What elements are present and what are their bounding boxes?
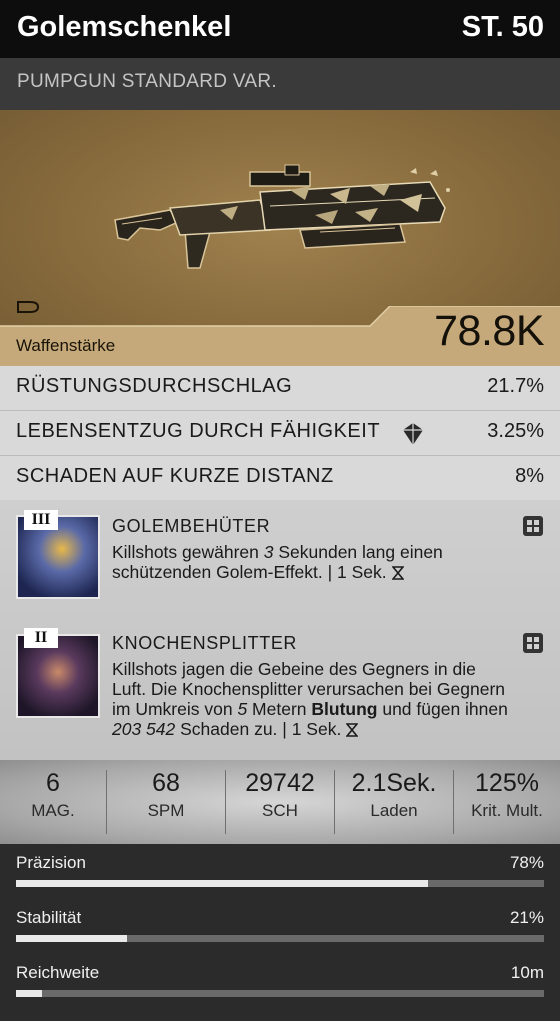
perk-name: RÜSTUNGSDURCHSCHLAG <box>16 375 293 397</box>
weapon-level: ST. 50 <box>461 11 544 43</box>
weapon-type: PUMPGUN STANDARD VAR. <box>17 71 278 92</box>
perk-name: SCHADEN AUF KURZE DISTANZ <box>16 465 334 487</box>
power-label: Waffenstärke <box>16 336 116 355</box>
mod-slot-icon <box>523 516 543 536</box>
stat-magazine: 6 MAG. <box>31 769 75 820</box>
hourglass-icon <box>390 566 405 580</box>
perk-row: LEBENSENTZUG DURCH FÄHIGKEIT 3.25% <box>0 411 560 457</box>
mod-name: GOLEMBEHÜTER <box>112 516 271 536</box>
perk-value: 21.7% <box>487 375 544 397</box>
bar-fill <box>16 880 428 887</box>
perk-value: 3.25% <box>487 420 544 442</box>
perk-row: RÜSTUNGSDURCHSCHLAG 21.7% <box>0 366 560 412</box>
gem-icon <box>403 423 423 445</box>
weapon-image <box>114 164 450 269</box>
hourglass-icon <box>345 723 359 737</box>
perk-value: 8% <box>515 465 544 487</box>
bar-track <box>16 990 544 997</box>
mod-description: Killshots gewähren 3 Sekunden lang einen… <box>112 542 443 582</box>
bar-stability: Stabilität 21% <box>0 899 560 954</box>
bar-precision: Präzision 78% <box>0 844 560 899</box>
bar-fill <box>16 935 127 942</box>
mod-description: Killshots jagen die Gebeine des Gegners … <box>112 659 508 739</box>
mods-section: III GOLEMBEHÜTER Killshots gewähren 3 Se… <box>0 500 560 760</box>
stat-damage: 29742 SCH <box>245 769 315 820</box>
mod-tier-badge: III <box>24 510 58 530</box>
bar-range: Reichweite 10m <box>0 954 560 1009</box>
bar-fill <box>16 990 43 997</box>
bar-track <box>16 880 544 887</box>
stats-row: 6 MAG. 68 SPM 29742 SCH 2.1Sek. Laden 125% Kr… <box>0 760 560 844</box>
weapon-card: Golemschenkel ST. 50 PUMPGUN STANDARD VA… <box>0 0 560 1021</box>
stat-crit-multiplier: 125% Krit. Mult. <box>471 769 543 820</box>
perk-name: LEBENSENTZUG DURCH FÄHIGKEIT <box>16 420 381 442</box>
attribute-bars: Präzision 78% Stabilität 21% Reichweite … <box>0 844 560 1021</box>
bar-track <box>16 935 544 942</box>
weapon-title: Golemschenkel <box>17 11 232 43</box>
perk-row: SCHADEN AUF KURZE DISTANZ 8% <box>0 456 560 502</box>
mod-tier-badge: II <box>24 628 58 648</box>
stat-reload: 2.1Sek. Laden <box>351 769 437 820</box>
power-value: 78.8K <box>434 307 544 355</box>
cooldown: | 1 Sek. <box>282 719 342 739</box>
header: Golemschenkel ST. 50 <box>0 0 560 58</box>
mod-name: KNOCHENSPLITTER <box>112 633 298 653</box>
cooldown: | 1 Sek. <box>327 562 387 582</box>
stat-rpm: 68 SPM <box>147 769 185 820</box>
subtitle-bar: PUMPGUN STANDARD VAR. <box>0 58 560 110</box>
weapon-panel: Waffenstärke 78.8K <box>0 110 560 366</box>
mod-slot-icon <box>523 633 543 653</box>
